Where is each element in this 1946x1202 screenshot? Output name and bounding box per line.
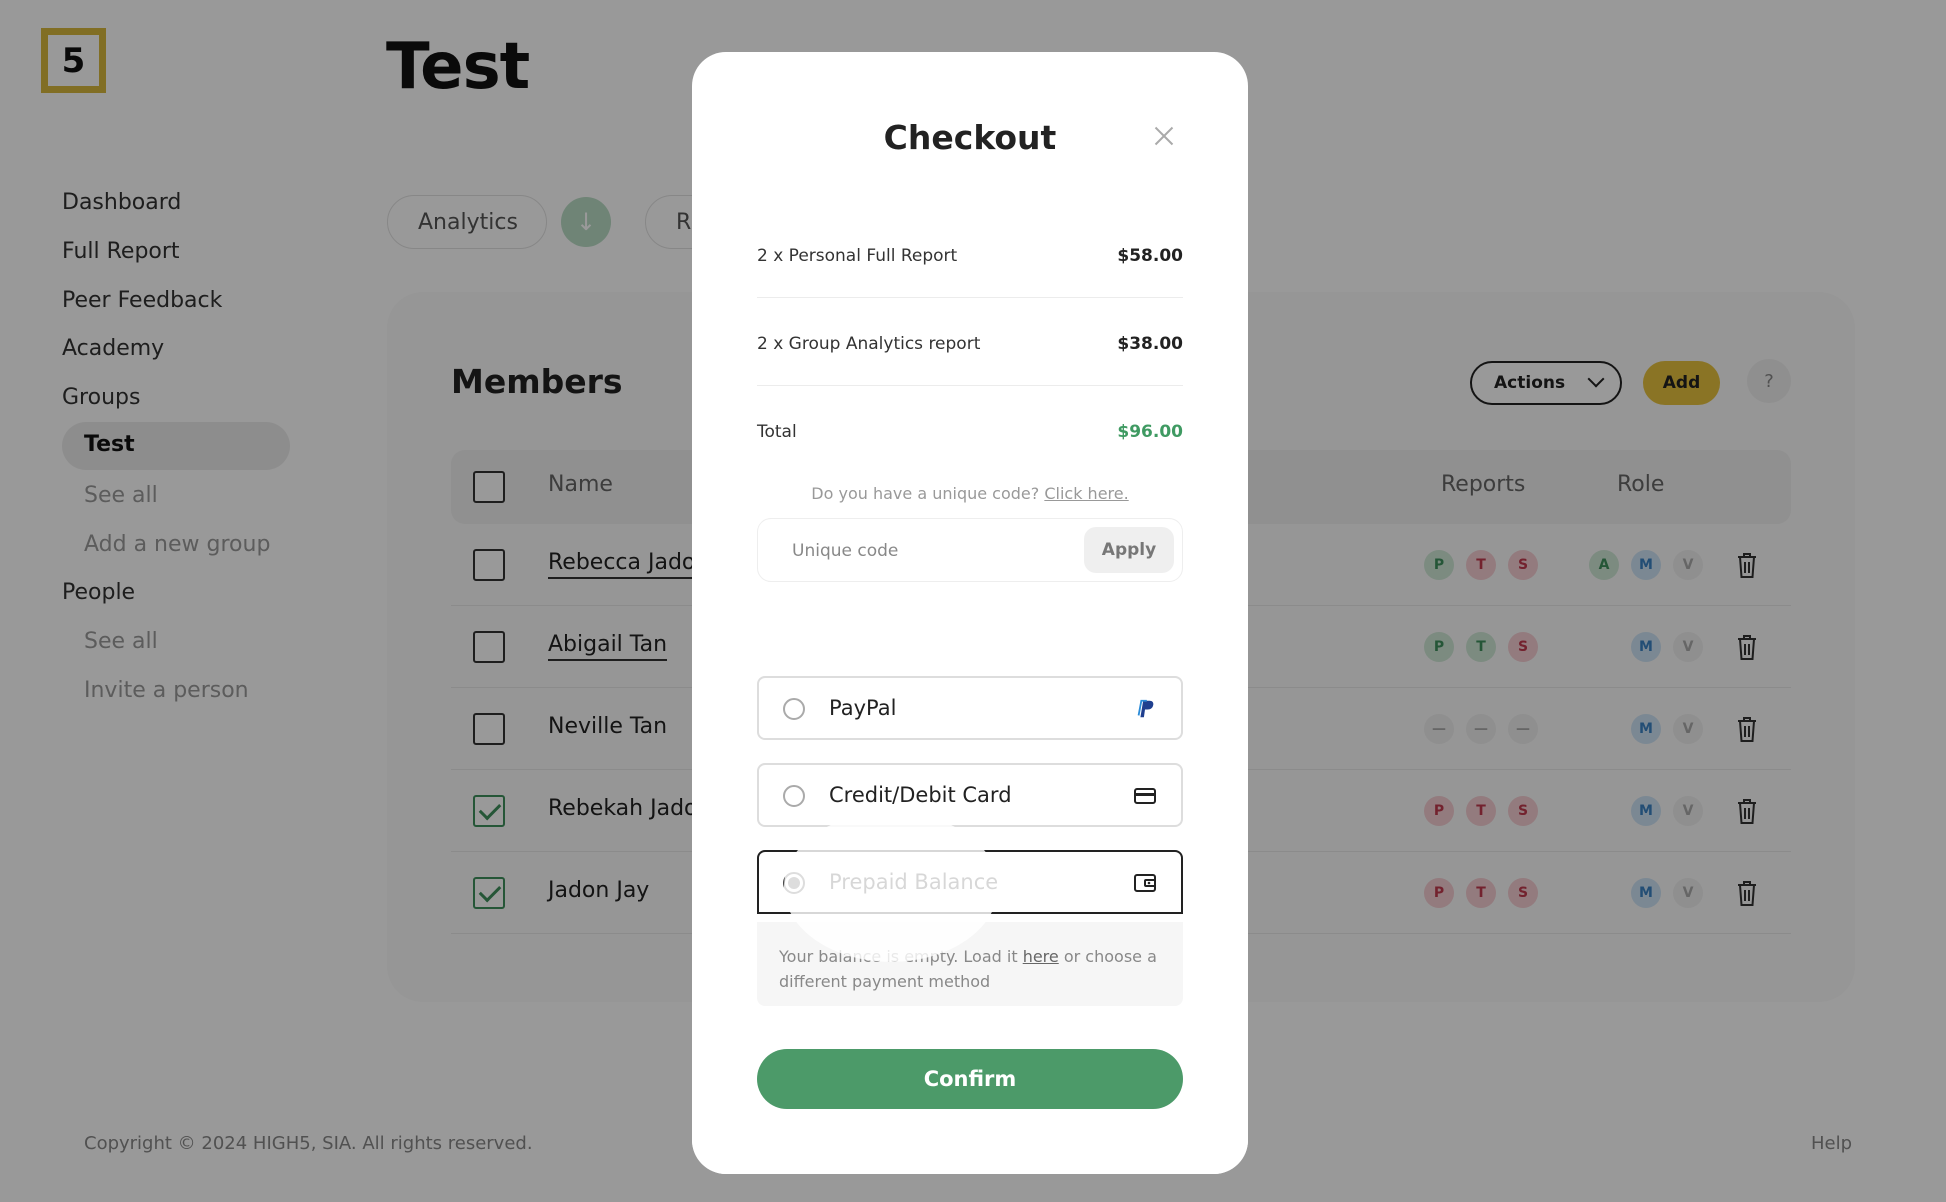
payment-option-prepaid[interactable]: Prepaid Balance bbox=[757, 850, 1183, 914]
credit-card-icon bbox=[1134, 788, 1156, 804]
line-item: 2 x Group Analytics report $38.00 bbox=[757, 298, 1183, 386]
line-item: 2 x Personal Full Report $58.00 bbox=[757, 210, 1183, 298]
code-prompt-text: Do you have a unique code? bbox=[811, 484, 1040, 503]
balance-empty-note: Your balance is empty. Load it here or c… bbox=[757, 922, 1183, 1006]
line-item-amount: $58.00 bbox=[1117, 246, 1183, 266]
payment-option-label: Prepaid Balance bbox=[829, 870, 999, 894]
unique-code-box: Apply bbox=[757, 518, 1183, 582]
close-icon[interactable] bbox=[1152, 124, 1176, 148]
confirm-button[interactable]: Confirm bbox=[757, 1049, 1183, 1109]
wallet-icon bbox=[1134, 874, 1156, 892]
line-item-label: 2 x Group Analytics report bbox=[757, 334, 981, 354]
total-row: Total $96.00 bbox=[757, 386, 1183, 474]
load-balance-link[interactable]: here bbox=[1023, 947, 1059, 966]
checkout-modal: Checkout 2 x Personal Full Report $58.00… bbox=[692, 52, 1248, 1174]
line-item-amount: $38.00 bbox=[1117, 334, 1183, 354]
line-item-label: 2 x Personal Full Report bbox=[757, 246, 958, 266]
radio-button-selected[interactable] bbox=[783, 872, 805, 894]
radio-button[interactable] bbox=[783, 698, 805, 720]
payment-option-card[interactable]: Credit/Debit Card bbox=[757, 763, 1183, 827]
click-here-link[interactable]: Click here. bbox=[1044, 484, 1128, 503]
total-label: Total bbox=[757, 422, 797, 442]
paypal-icon bbox=[1137, 699, 1154, 718]
payment-option-label: Credit/Debit Card bbox=[829, 783, 1012, 807]
total-amount: $96.00 bbox=[1117, 422, 1183, 442]
balance-note-text: Your balance is empty. Load it bbox=[779, 947, 1018, 966]
payment-option-paypal[interactable]: PayPal bbox=[757, 676, 1183, 740]
apply-button[interactable]: Apply bbox=[1084, 527, 1174, 573]
radio-button[interactable] bbox=[783, 785, 805, 807]
unique-code-input[interactable] bbox=[772, 529, 1072, 573]
unique-code-prompt: Do you have a unique code? Click here. bbox=[692, 484, 1248, 503]
payment-option-label: PayPal bbox=[829, 696, 897, 720]
